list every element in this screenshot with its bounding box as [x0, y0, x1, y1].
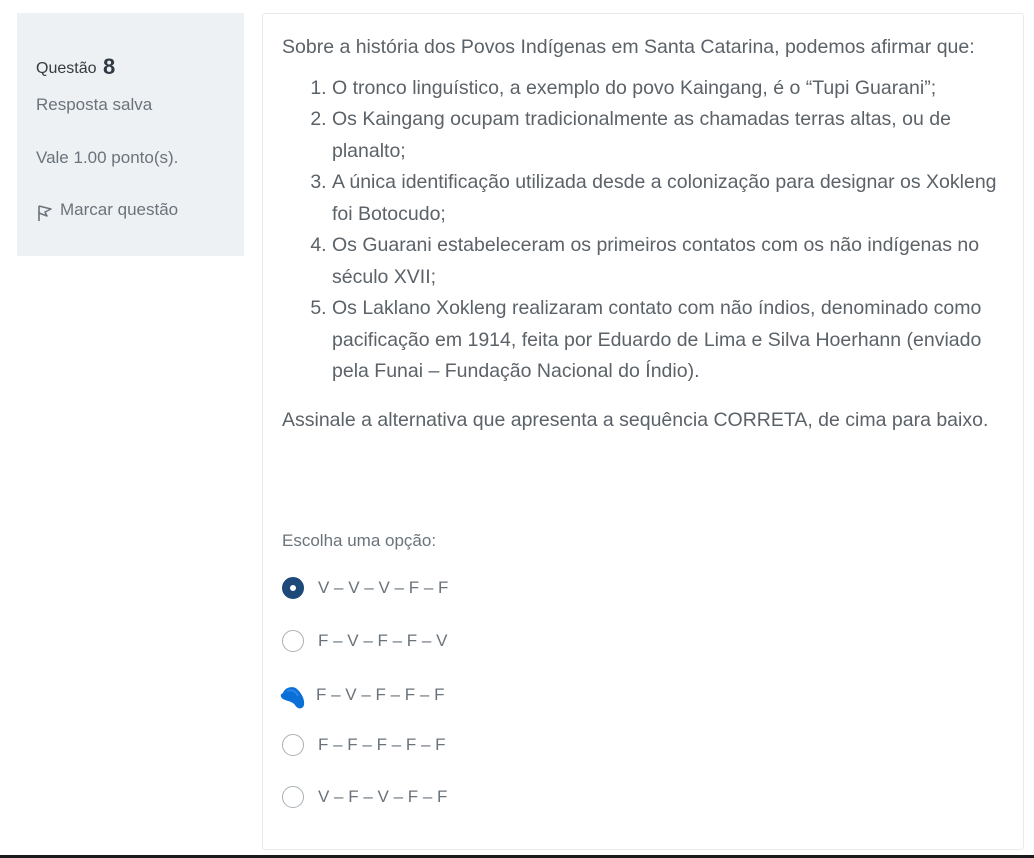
answer-option-4[interactable]: F – F – F – F – F [282, 734, 446, 756]
statement-item: Os Laklano Xokleng realizaram contato co… [332, 293, 1007, 388]
question-grade: Vale 1.00 ponto(s). [36, 148, 179, 167]
radio-button[interactable] [282, 630, 304, 652]
flag-question-label: Marcar questão [60, 200, 179, 219]
answer-option-label: V – F – V – F – F [318, 787, 448, 806]
question-number-heading: Questão 8 [36, 53, 115, 79]
question-state: Resposta salva [36, 95, 153, 114]
page: Questão 8 Resposta salva Vale 1.00 ponto… [0, 0, 1034, 858]
radio-button-selected[interactable] [282, 577, 304, 599]
question-label: Questão [36, 60, 97, 77]
answer-option-1[interactable]: V – V – V – F – F [282, 577, 448, 599]
answer-option-5[interactable]: V – F – V – F – F [282, 786, 447, 808]
question-text: Sobre a história dos Povos Indígenas em … [282, 32, 1007, 436]
answer-option-label: F – V – F – F – V [318, 631, 448, 650]
scribble-mark-icon [280, 687, 305, 709]
answer-option-label: F – F – F – F – F [318, 735, 446, 754]
answer-prompt: Escolha uma opção: [282, 531, 437, 550]
flag-question-link[interactable]: Marcar questão [36, 200, 179, 223]
radio-button[interactable] [282, 786, 304, 808]
answer-option-label: F – V – F – F – F [316, 685, 445, 704]
question-content-panel: Sobre a história dos Povos Indígenas em … [262, 13, 1024, 850]
question-intro: Sobre a história dos Povos Indígenas em … [282, 36, 975, 58]
question-info-panel: Questão 8 Resposta salva Vale 1.00 ponto… [17, 13, 244, 256]
statement-item: Os Guarani estabeleceram os primeiros co… [332, 230, 1007, 293]
question-number: 8 [102, 54, 116, 79]
question-closing: Assinale a alternativa que apresenta a s… [282, 408, 989, 431]
radio-button[interactable] [282, 734, 304, 756]
answer-option-3[interactable]: F – V – F – F – F [280, 681, 445, 709]
statement-item: A única identificação utilizada desde a … [332, 167, 1007, 230]
flag-icon [36, 203, 54, 223]
radio-button-scribbled[interactable] [278, 681, 306, 709]
statement-list: O tronco linguístico, a exemplo do povo … [282, 73, 1007, 388]
answer-option-2[interactable]: F – V – F – F – V [282, 630, 447, 652]
answer-option-label: V – V – V – F – F [318, 578, 449, 597]
statement-item: O tronco linguístico, a exemplo do povo … [332, 73, 1007, 105]
statement-item: Os Kaingang ocupam tradicionalmente as c… [332, 104, 1007, 167]
